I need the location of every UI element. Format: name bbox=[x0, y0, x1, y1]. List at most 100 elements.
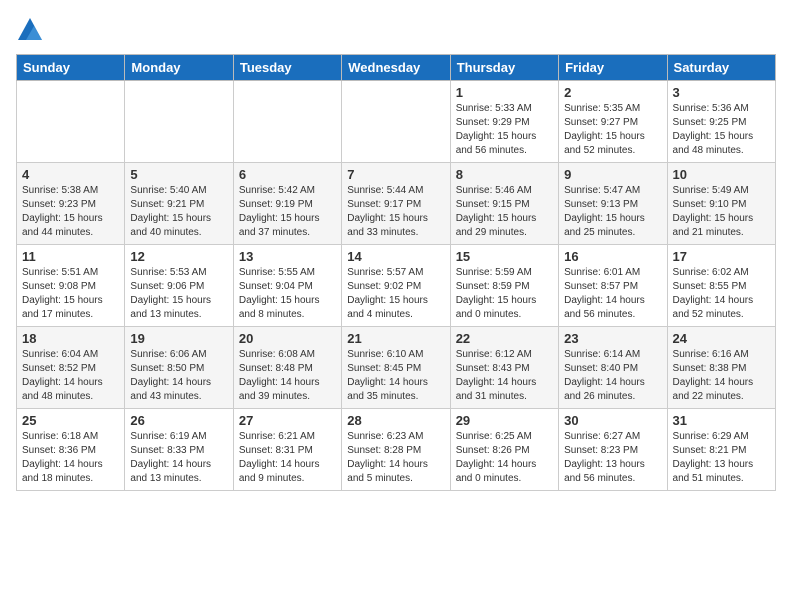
calendar-week-4: 18 Sunrise: 6:04 AM Sunset: 8:52 PM Dayli… bbox=[17, 327, 776, 409]
day-number: 27 bbox=[239, 413, 336, 428]
day-info: Sunrise: 6:01 AM Sunset: 8:57 PM Dayligh… bbox=[564, 266, 661, 322]
day-number: 21 bbox=[347, 331, 444, 346]
calendar-cell: 15 Sunrise: 5:59 AM Sunset: 8:59 PM Dayli… bbox=[450, 245, 558, 327]
calendar-cell: 25Sunrise: 6:18 AM Sunset: 8:36 PM Dayli… bbox=[17, 409, 125, 491]
day-header-tuesday: Tuesday bbox=[233, 55, 341, 81]
day-info: Sunrise: 5:38 AM Sunset: 9:23 PM Dayligh… bbox=[22, 184, 119, 240]
day-number: 5 bbox=[130, 167, 227, 182]
day-header-monday: Monday bbox=[125, 55, 233, 81]
calendar-week-3: 11Sunrise: 5:51 AM Sunset: 9:08 PM Dayli… bbox=[17, 245, 776, 327]
day-number: 18 bbox=[22, 331, 119, 346]
calendar-week-2: 4Sunrise: 5:38 AM Sunset: 9:23 PM Daylig… bbox=[17, 163, 776, 245]
day-info: Sunrise: 5:44 AM Sunset: 9:17 PM Dayligh… bbox=[347, 184, 444, 240]
day-info: Sunrise: 6:27 AM Sunset: 8:23 PM Dayligh… bbox=[564, 430, 661, 486]
calendar-cell: 16 Sunrise: 6:01 AM Sunset: 8:57 PM Dayli… bbox=[559, 245, 667, 327]
day-info: Sunrise: 6:14 AM Sunset: 8:40 PM Dayligh… bbox=[564, 348, 661, 404]
page-header bbox=[16, 16, 776, 44]
day-info: Sunrise: 6:25 AM Sunset: 8:26 PM Dayligh… bbox=[456, 430, 553, 486]
day-info: Sunrise: 6:08 AM Sunset: 8:48 PM Dayligh… bbox=[239, 348, 336, 404]
day-number: 30 bbox=[564, 413, 661, 428]
day-number: 12 bbox=[130, 249, 227, 264]
day-info: Sunrise: 5:59 AM Sunset: 8:59 PM Dayligh… bbox=[456, 266, 553, 322]
day-info: Sunrise: 6:21 AM Sunset: 8:31 PM Dayligh… bbox=[239, 430, 336, 486]
calendar-cell: 27 Sunrise: 6:21 AM Sunset: 8:31 PM Dayli… bbox=[233, 409, 341, 491]
calendar-cell: 2 Sunrise: 5:35 AM Sunset: 9:27 PM Daylig… bbox=[559, 81, 667, 163]
calendar-header-row: SundayMondayTuesdayWednesdayThursdayFrid… bbox=[17, 55, 776, 81]
calendar-cell: 6 Sunrise: 5:42 AM Sunset: 9:19 PM Daylig… bbox=[233, 163, 341, 245]
day-number: 1 bbox=[456, 85, 553, 100]
day-info: Sunrise: 5:36 AM Sunset: 9:25 PM Dayligh… bbox=[673, 102, 770, 158]
day-info: Sunrise: 5:33 AM Sunset: 9:29 PM Dayligh… bbox=[456, 102, 553, 158]
day-info: Sunrise: 6:29 AM Sunset: 8:21 PM Dayligh… bbox=[673, 430, 770, 486]
day-number: 14 bbox=[347, 249, 444, 264]
day-info: Sunrise: 6:02 AM Sunset: 8:55 PM Dayligh… bbox=[673, 266, 770, 322]
day-number: 15 bbox=[456, 249, 553, 264]
day-info: Sunrise: 5:55 AM Sunset: 9:04 PM Dayligh… bbox=[239, 266, 336, 322]
day-number: 13 bbox=[239, 249, 336, 264]
calendar-cell: 22Sunrise: 6:12 AM Sunset: 8:43 PM Dayli… bbox=[450, 327, 558, 409]
calendar-cell: 8Sunrise: 5:46 AM Sunset: 9:15 PM Daylig… bbox=[450, 163, 558, 245]
logo bbox=[16, 16, 46, 44]
calendar-cell: 26 Sunrise: 6:19 AM Sunset: 8:33 PM Dayli… bbox=[125, 409, 233, 491]
title-block bbox=[46, 16, 776, 18]
day-number: 28 bbox=[347, 413, 444, 428]
day-number: 2 bbox=[564, 85, 661, 100]
day-info: Sunrise: 5:46 AM Sunset: 9:15 PM Dayligh… bbox=[456, 184, 553, 240]
calendar-cell: 30 Sunrise: 6:27 AM Sunset: 8:23 PM Dayli… bbox=[559, 409, 667, 491]
calendar-cell: 20 Sunrise: 6:08 AM Sunset: 8:48 PM Dayli… bbox=[233, 327, 341, 409]
day-number: 23 bbox=[564, 331, 661, 346]
calendar-week-5: 25Sunrise: 6:18 AM Sunset: 8:36 PM Dayli… bbox=[17, 409, 776, 491]
day-info: Sunrise: 6:04 AM Sunset: 8:52 PM Dayligh… bbox=[22, 348, 119, 404]
calendar-week-1: 1 Sunrise: 5:33 AM Sunset: 9:29 PM Daylig… bbox=[17, 81, 776, 163]
day-header-saturday: Saturday bbox=[667, 55, 775, 81]
calendar-cell: 9Sunrise: 5:47 AM Sunset: 9:13 PM Daylig… bbox=[559, 163, 667, 245]
calendar-cell: 11Sunrise: 5:51 AM Sunset: 9:08 PM Dayli… bbox=[17, 245, 125, 327]
calendar-cell: 28 Sunrise: 6:23 AM Sunset: 8:28 PM Dayli… bbox=[342, 409, 450, 491]
day-number: 7 bbox=[347, 167, 444, 182]
day-number: 22 bbox=[456, 331, 553, 346]
calendar-cell: 19Sunrise: 6:06 AM Sunset: 8:50 PM Dayli… bbox=[125, 327, 233, 409]
calendar-cell: 5Sunrise: 5:40 AM Sunset: 9:21 PM Daylig… bbox=[125, 163, 233, 245]
day-number: 20 bbox=[239, 331, 336, 346]
calendar-cell: 10Sunrise: 5:49 AM Sunset: 9:10 PM Dayli… bbox=[667, 163, 775, 245]
day-number: 10 bbox=[673, 167, 770, 182]
calendar-cell: 4Sunrise: 5:38 AM Sunset: 9:23 PM Daylig… bbox=[17, 163, 125, 245]
day-number: 16 bbox=[564, 249, 661, 264]
day-info: Sunrise: 6:23 AM Sunset: 8:28 PM Dayligh… bbox=[347, 430, 444, 486]
day-number: 29 bbox=[456, 413, 553, 428]
calendar-cell: 24 Sunrise: 6:16 AM Sunset: 8:38 PM Dayli… bbox=[667, 327, 775, 409]
day-number: 24 bbox=[673, 331, 770, 346]
calendar-cell bbox=[17, 81, 125, 163]
calendar-cell: 14 Sunrise: 5:57 AM Sunset: 9:02 PM Dayli… bbox=[342, 245, 450, 327]
logo-icon bbox=[16, 16, 44, 44]
day-number: 26 bbox=[130, 413, 227, 428]
day-info: Sunrise: 5:51 AM Sunset: 9:08 PM Dayligh… bbox=[22, 266, 119, 322]
day-info: Sunrise: 6:19 AM Sunset: 8:33 PM Dayligh… bbox=[130, 430, 227, 486]
day-info: Sunrise: 5:35 AM Sunset: 9:27 PM Dayligh… bbox=[564, 102, 661, 158]
calendar-cell: 1 Sunrise: 5:33 AM Sunset: 9:29 PM Daylig… bbox=[450, 81, 558, 163]
calendar-body: 1 Sunrise: 5:33 AM Sunset: 9:29 PM Daylig… bbox=[17, 81, 776, 491]
day-number: 3 bbox=[673, 85, 770, 100]
day-info: Sunrise: 6:06 AM Sunset: 8:50 PM Dayligh… bbox=[130, 348, 227, 404]
calendar-cell: 13 Sunrise: 5:55 AM Sunset: 9:04 PM Dayli… bbox=[233, 245, 341, 327]
calendar-cell: 18 Sunrise: 6:04 AM Sunset: 8:52 PM Dayli… bbox=[17, 327, 125, 409]
calendar-table: SundayMondayTuesdayWednesdayThursdayFrid… bbox=[16, 54, 776, 491]
day-number: 6 bbox=[239, 167, 336, 182]
day-info: Sunrise: 5:53 AM Sunset: 9:06 PM Dayligh… bbox=[130, 266, 227, 322]
day-info: Sunrise: 5:42 AM Sunset: 9:19 PM Dayligh… bbox=[239, 184, 336, 240]
day-info: Sunrise: 6:16 AM Sunset: 8:38 PM Dayligh… bbox=[673, 348, 770, 404]
calendar-cell: 29 Sunrise: 6:25 AM Sunset: 8:26 PM Dayli… bbox=[450, 409, 558, 491]
calendar-cell: 17 Sunrise: 6:02 AM Sunset: 8:55 PM Dayli… bbox=[667, 245, 775, 327]
day-number: 17 bbox=[673, 249, 770, 264]
day-header-sunday: Sunday bbox=[17, 55, 125, 81]
calendar-cell: 7 Sunrise: 5:44 AM Sunset: 9:17 PM Daylig… bbox=[342, 163, 450, 245]
calendar-cell bbox=[233, 81, 341, 163]
day-header-wednesday: Wednesday bbox=[342, 55, 450, 81]
day-number: 25 bbox=[22, 413, 119, 428]
day-info: Sunrise: 5:47 AM Sunset: 9:13 PM Dayligh… bbox=[564, 184, 661, 240]
calendar-cell: 12 Sunrise: 5:53 AM Sunset: 9:06 PM Dayli… bbox=[125, 245, 233, 327]
calendar-cell: 21Sunrise: 6:10 AM Sunset: 8:45 PM Dayli… bbox=[342, 327, 450, 409]
day-info: Sunrise: 5:57 AM Sunset: 9:02 PM Dayligh… bbox=[347, 266, 444, 322]
calendar-cell bbox=[342, 81, 450, 163]
calendar-cell bbox=[125, 81, 233, 163]
